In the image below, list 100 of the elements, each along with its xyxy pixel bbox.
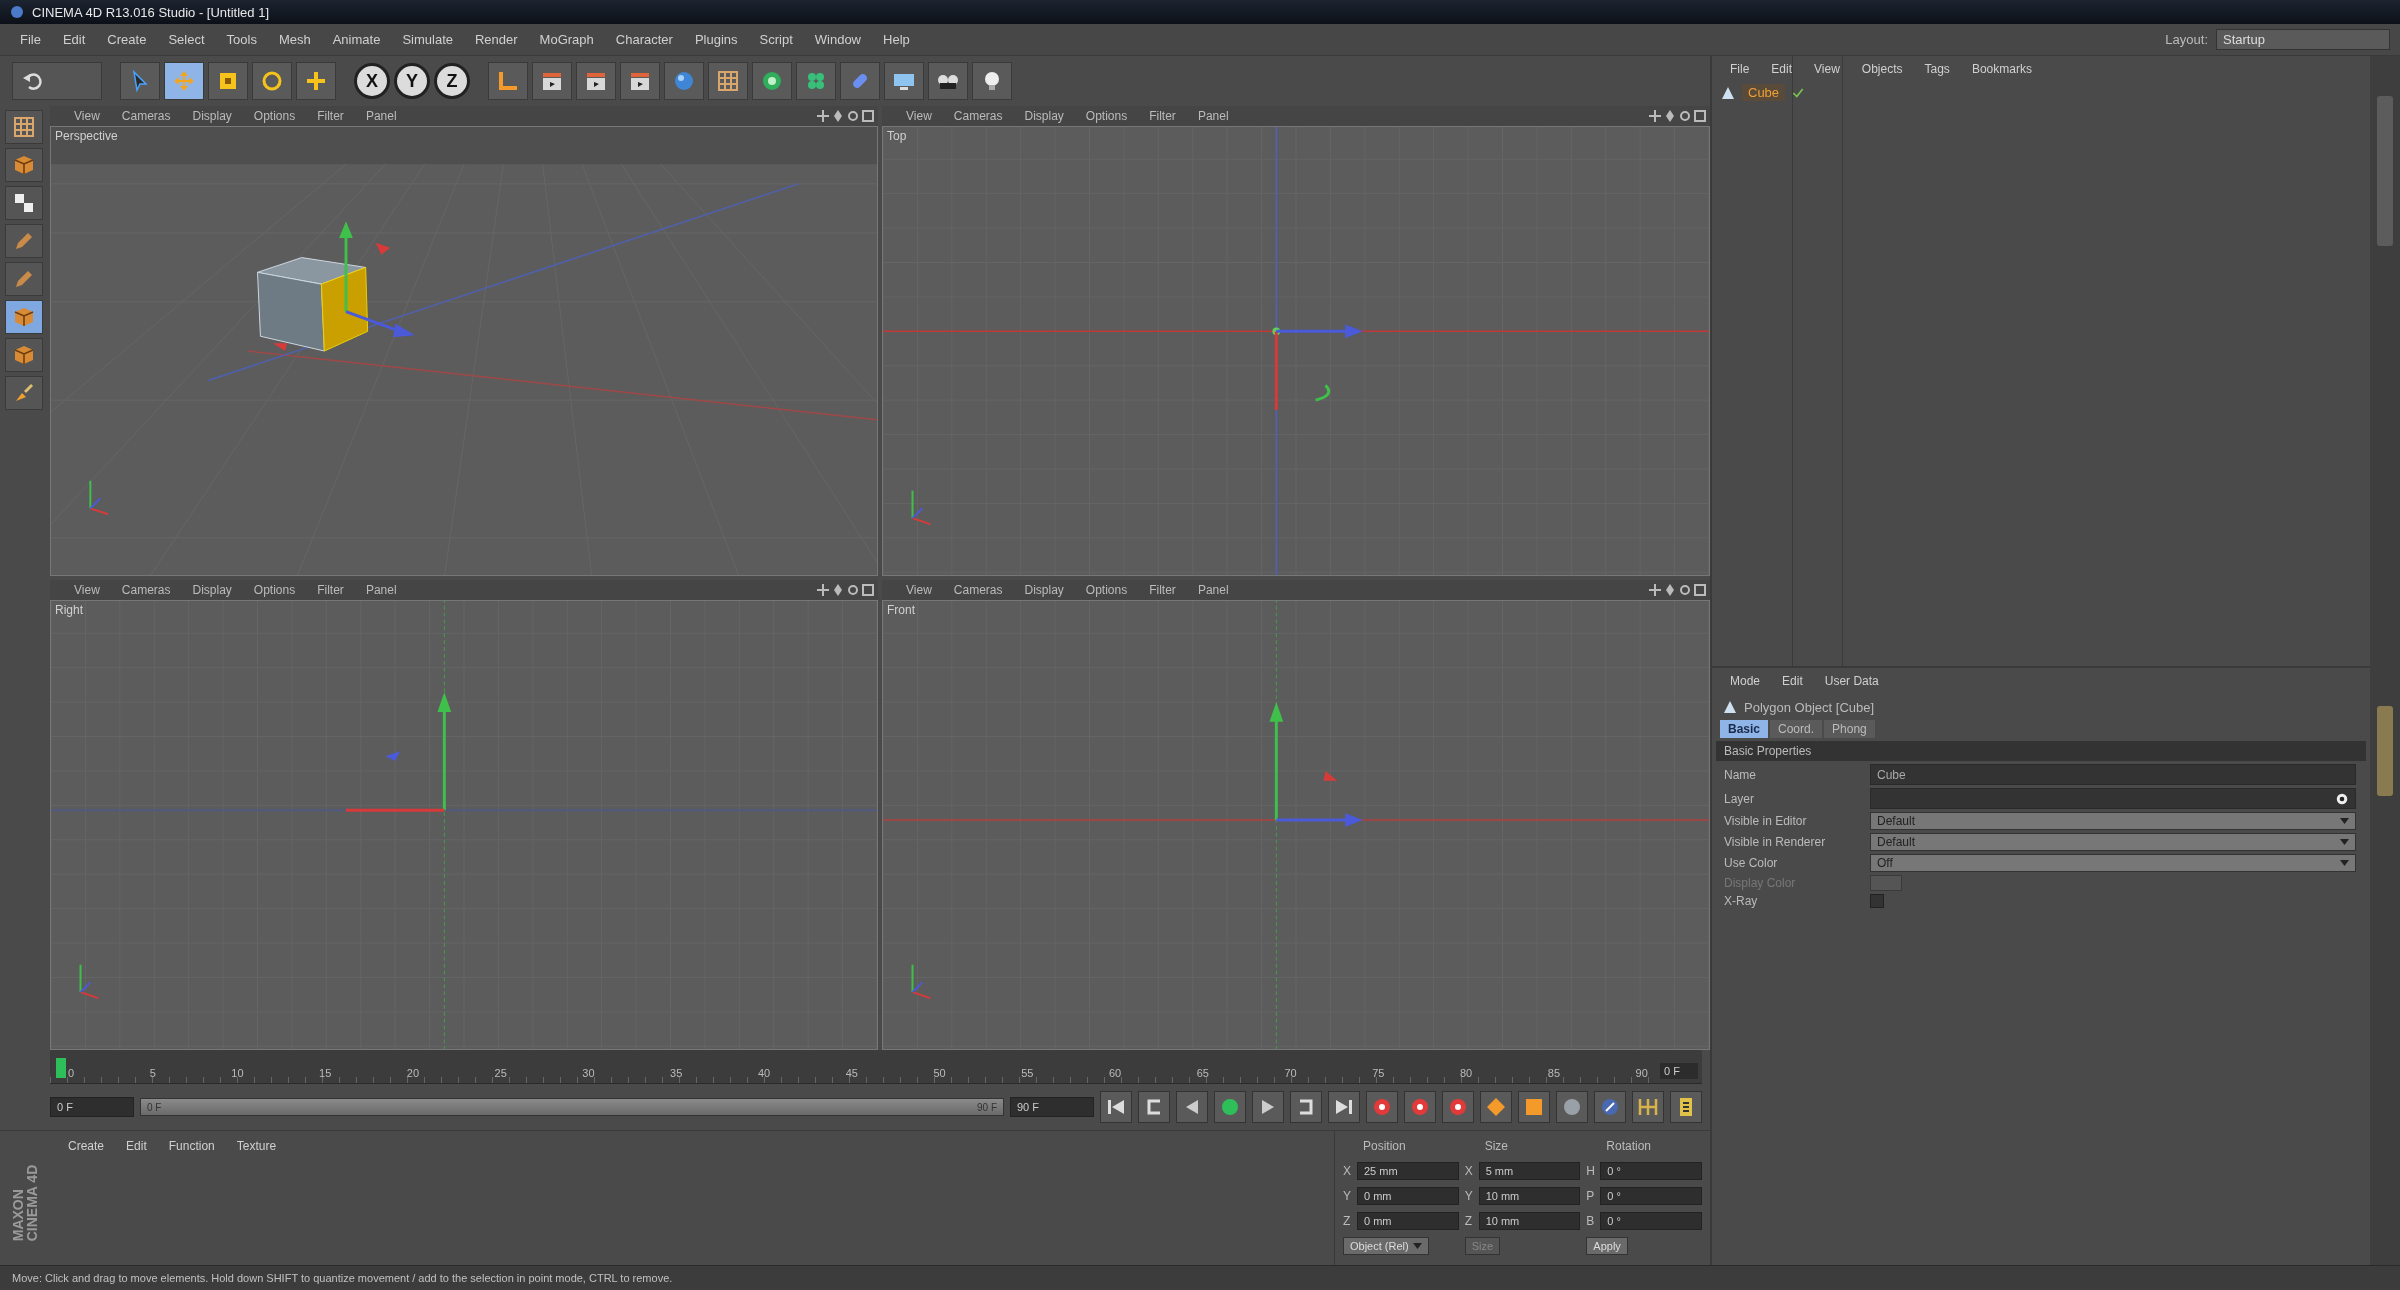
move-view-icon[interactable] <box>817 584 829 596</box>
toolbar-button[interactable] <box>532 62 572 100</box>
transport-button[interactable] <box>1290 1091 1322 1123</box>
menu-item[interactable]: Options <box>243 581 306 599</box>
viewport[interactable]: Top <box>882 126 1710 576</box>
menu-item[interactable]: Function <box>158 1135 225 1157</box>
menu-item[interactable]: User Data <box>1814 672 1889 690</box>
zoom-view-icon[interactable] <box>832 584 844 596</box>
menu-item[interactable]: Create <box>97 28 157 51</box>
menu-item[interactable]: Simulate <box>392 28 463 51</box>
menu-item[interactable]: Window <box>804 28 871 51</box>
transport-button[interactable] <box>1556 1091 1588 1123</box>
transport-button[interactable] <box>1328 1091 1360 1123</box>
menu-item[interactable]: Cameras <box>111 107 181 125</box>
menu-item[interactable]: Tools <box>216 28 267 51</box>
menu-item[interactable]: Options <box>1075 581 1138 599</box>
toolbar-button[interactable] <box>488 62 528 100</box>
scrollbar[interactable] <box>2377 706 2393 796</box>
toolbar-button[interactable] <box>576 62 616 100</box>
menu-item[interactable]: Display <box>1014 107 1074 125</box>
number-field[interactable]: 0 ° <box>1600 1187 1702 1205</box>
tab[interactable]: Coord. <box>1770 720 1823 738</box>
mode-button[interactable] <box>5 224 43 258</box>
axis-lock-button[interactable]: X <box>354 63 390 99</box>
menu-item[interactable]: Edit <box>1761 60 1803 78</box>
menu-item[interactable]: Help <box>873 28 920 51</box>
toolbar-button[interactable] <box>796 62 836 100</box>
menu-item[interactable]: Objects <box>1851 60 1913 78</box>
toolbar-button[interactable] <box>752 62 792 100</box>
viewport[interactable]: Front <box>882 600 1710 1050</box>
menu-item[interactable]: Panel <box>1187 107 1239 125</box>
range-slider[interactable]: 0 F 90 F <box>140 1098 1004 1116</box>
axis-lock-button[interactable]: Z <box>434 63 470 99</box>
end-frame-field[interactable]: 90 F <box>1010 1097 1094 1117</box>
dropdown[interactable]: Default <box>1870 812 2356 830</box>
menu-item[interactable]: Cameras <box>111 581 181 599</box>
menu-item[interactable]: Display <box>1014 581 1074 599</box>
layer-field[interactable] <box>1870 788 2356 809</box>
move-view-icon[interactable] <box>1649 584 1661 596</box>
number-field[interactable]: 25 mm <box>1357 1162 1459 1180</box>
menu-item[interactable]: Character <box>605 28 683 51</box>
checkbox[interactable] <box>1870 894 1884 908</box>
menu-item[interactable]: Display <box>182 581 242 599</box>
tool-button[interactable] <box>252 62 292 100</box>
tab[interactable]: Basic <box>1720 720 1769 738</box>
rotate-view-icon[interactable] <box>847 584 859 596</box>
mode-button[interactable] <box>5 148 43 182</box>
transport-button[interactable] <box>1442 1091 1474 1123</box>
menu-item[interactable]: File <box>10 28 51 51</box>
toolbar-button[interactable] <box>972 62 1012 100</box>
menu-item[interactable]: Display <box>182 107 242 125</box>
menu-item[interactable]: Select <box>158 28 215 51</box>
undo-button[interactable] <box>12 62 102 100</box>
menu-item[interactable]: Filter <box>307 107 354 125</box>
rotate-view-icon[interactable] <box>847 110 859 122</box>
toolbar-button[interactable] <box>620 62 660 100</box>
current-frame-field[interactable]: 0 F <box>1660 1063 1698 1079</box>
menu-item[interactable]: Filter <box>1139 107 1186 125</box>
menu-item[interactable]: View <box>896 107 942 125</box>
transport-button[interactable] <box>1214 1091 1246 1123</box>
apply-button[interactable]: Apply <box>1586 1237 1628 1255</box>
number-field[interactable]: 0 ° <box>1600 1162 1702 1180</box>
menu-item[interactable]: View <box>896 581 942 599</box>
playhead-marker[interactable] <box>56 1058 66 1078</box>
mode-button[interactable] <box>5 186 43 220</box>
menu-item[interactable]: Filter <box>1139 581 1186 599</box>
mode-button[interactable] <box>5 262 43 296</box>
transport-button[interactable] <box>1518 1091 1550 1123</box>
mode-button[interactable] <box>5 376 43 410</box>
transport-button[interactable] <box>1138 1091 1170 1123</box>
start-frame-field[interactable]: 0 F <box>50 1097 134 1117</box>
menu-item[interactable]: Cameras <box>943 581 1013 599</box>
toolbar-button[interactable] <box>664 62 704 100</box>
rotate-view-icon[interactable] <box>1679 584 1691 596</box>
menu-item[interactable]: Panel <box>355 581 407 599</box>
object-name[interactable]: Cube <box>1742 84 1786 101</box>
number-field[interactable]: 10 mm <box>1478 1212 1581 1230</box>
toolbar-button[interactable] <box>928 62 968 100</box>
transport-button[interactable] <box>1594 1091 1626 1123</box>
transport-button[interactable] <box>1670 1091 1702 1123</box>
zoom-view-icon[interactable] <box>1664 584 1676 596</box>
mode-button[interactable] <box>5 110 43 144</box>
transport-button[interactable] <box>1366 1091 1398 1123</box>
tool-button[interactable] <box>208 62 248 100</box>
number-field[interactable]: 0 mm <box>1357 1212 1459 1230</box>
rotate-view-icon[interactable] <box>1679 110 1691 122</box>
tab[interactable]: Phong <box>1824 720 1875 738</box>
mode-dropdown[interactable]: Object (Rel) <box>1343 1237 1429 1255</box>
color-swatch[interactable] <box>1870 875 1902 891</box>
menu-item[interactable]: Render <box>464 28 528 51</box>
menu-item[interactable]: Script <box>749 28 803 51</box>
number-field[interactable]: 10 mm <box>1478 1187 1581 1205</box>
menu-item[interactable]: View <box>1804 60 1850 78</box>
number-field[interactable]: 0 ° <box>1600 1212 1702 1230</box>
dropdown[interactable]: Off <box>1870 854 2356 872</box>
mode-button[interactable] <box>5 338 43 372</box>
menu-item[interactable]: Panel <box>355 107 407 125</box>
menu-item[interactable]: Animate <box>322 28 391 51</box>
dropdown[interactable]: Default <box>1870 833 2356 851</box>
scrollbar[interactable] <box>2377 96 2393 246</box>
